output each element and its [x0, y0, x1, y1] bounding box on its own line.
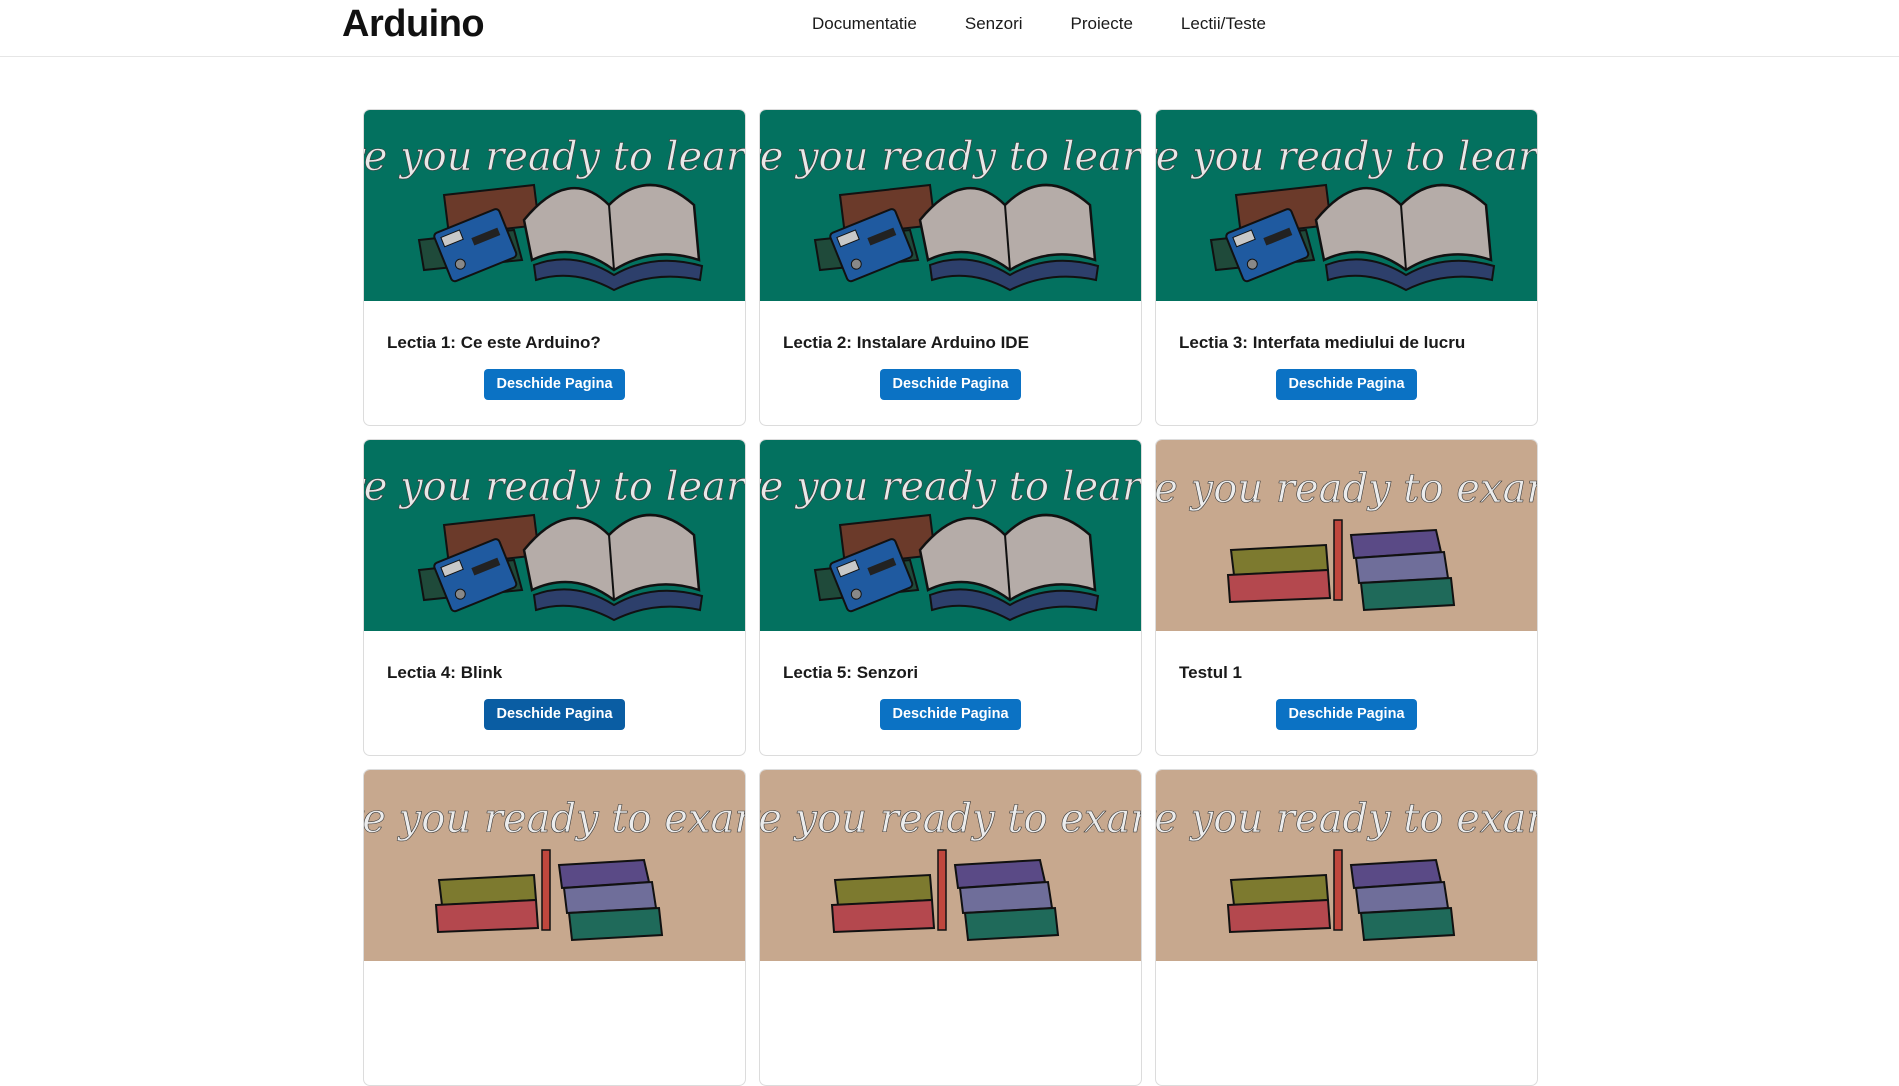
lesson-card: Are you ready to learn? Lectia 3: Interf… — [1155, 109, 1538, 426]
card-image: Are you ready to learn? — [1156, 110, 1537, 301]
banner-text: Are you ready to learn? — [760, 464, 1141, 510]
banner-text: Are you ready to exam? — [1156, 796, 1537, 842]
card-image: Are you ready to exam? — [1156, 440, 1537, 631]
top-navbar: Arduino Documentatie Senzori Proiecte Le… — [0, 0, 1899, 57]
exam-banner-illustration: Are you ready to exam? — [760, 770, 1141, 961]
card-title — [1179, 992, 1514, 1014]
card-image: Are you ready to learn? — [760, 110, 1141, 301]
lesson-card: Are you ready to learn? Lectia 1: Ce est… — [363, 109, 746, 426]
card-body: Lectia 5: Senzori Deschide Pagina — [760, 662, 1141, 730]
card-title: Lectia 5: Senzori — [783, 663, 919, 682]
card-title: Lectia 1: Ce este Arduino? — [387, 333, 601, 352]
exam-banner-illustration: Are you ready to exam? — [364, 770, 745, 961]
open-page-button[interactable]: Deschide Pagina — [880, 369, 1021, 400]
exam-banner-illustration: Are you ready to exam? — [1156, 440, 1537, 631]
learn-banner-illustration: Are you ready to learn? — [364, 110, 745, 301]
card-image: Are you ready to learn? — [364, 440, 745, 631]
banner-text: Are you ready to exam? — [760, 796, 1141, 842]
nav-lectii-teste[interactable]: Lectii/Teste — [1157, 0, 1290, 48]
lesson-card: Are you ready to exam? — [363, 769, 746, 1086]
card-body: Lectia 2: Instalare Arduino IDE Deschide … — [760, 332, 1141, 400]
card-image: Are you ready to learn? — [364, 110, 745, 301]
card-body — [1156, 992, 1537, 1014]
open-page-button[interactable]: Deschide Pagina — [1276, 369, 1417, 400]
lesson-card: Are you ready to exam? Testul 1 Deschide … — [1155, 439, 1538, 756]
banner-text: Are you ready to learn? — [364, 464, 745, 510]
card-title — [783, 992, 1118, 1014]
card-image: Are you ready to exam? — [364, 770, 745, 961]
card-image: Are you ready to exam? — [760, 770, 1141, 961]
card-image: Are you ready to learn? — [760, 440, 1141, 631]
main-nav: Documentatie Senzori Proiecte Lectii/Tes… — [788, 0, 1290, 48]
open-page-button[interactable]: Deschide Pagina — [1276, 699, 1417, 730]
banner-text: Are you ready to learn? — [760, 134, 1141, 180]
card-body — [364, 992, 745, 1014]
nav-proiecte[interactable]: Proiecte — [1047, 0, 1157, 48]
nav-senzori[interactable]: Senzori — [941, 0, 1047, 48]
card-body: Lectia 3: Interfata mediului de lucru Des… — [1156, 332, 1537, 400]
lesson-card: Are you ready to learn? Lectia 2: Instal… — [759, 109, 1142, 426]
lesson-card: Are you ready to exam? — [759, 769, 1142, 1086]
card-title — [387, 992, 722, 1014]
card-body: Lectia 1: Ce este Arduino? Deschide Pagin… — [364, 332, 745, 400]
banner-text: Are you ready to exam? — [1156, 466, 1537, 512]
banner-text: Are you ready to learn? — [1156, 134, 1537, 180]
card-title: Lectia 2: Instalare Arduino IDE — [783, 333, 1029, 352]
banner-text: Are you ready to learn? — [364, 134, 745, 180]
card-body: Testul 1 Deschide Pagina — [1156, 662, 1537, 730]
banner-text: Are you ready to exam? — [364, 796, 745, 842]
learn-banner-illustration: Are you ready to learn? — [760, 110, 1141, 301]
open-page-button[interactable]: Deschide Pagina — [484, 699, 625, 730]
learn-banner-illustration: Are you ready to learn? — [1156, 110, 1537, 301]
card-image: Are you ready to exam? — [1156, 770, 1537, 961]
learn-banner-illustration: Are you ready to learn? — [364, 440, 745, 631]
card-title: Testul 1 — [1179, 663, 1242, 682]
card-title: Lectia 3: Interfata mediului de lucru — [1179, 333, 1466, 352]
brand-logo[interactable]: Arduino — [342, 0, 485, 48]
card-body — [760, 992, 1141, 1014]
nav-documentatie[interactable]: Documentatie — [788, 0, 941, 48]
card-title: Lectia 4: Blink — [387, 663, 503, 682]
learn-banner-illustration: Are you ready to learn? — [760, 440, 1141, 631]
exam-banner-illustration: Are you ready to exam? — [1156, 770, 1537, 961]
open-page-button[interactable]: Deschide Pagina — [484, 369, 625, 400]
open-page-button[interactable]: Deschide Pagina — [880, 699, 1021, 730]
card-body: Lectia 4: Blink Deschide Pagina — [364, 662, 745, 730]
lesson-card: Are you ready to learn? Lectia 4: Blink D… — [363, 439, 746, 756]
lesson-card-grid: Are you ready to learn? Lectia 1: Ce est… — [363, 109, 1540, 1086]
lesson-card: Are you ready to learn? Lectia 5: Senzor… — [759, 439, 1142, 756]
lesson-card: Are you ready to exam? — [1155, 769, 1538, 1086]
